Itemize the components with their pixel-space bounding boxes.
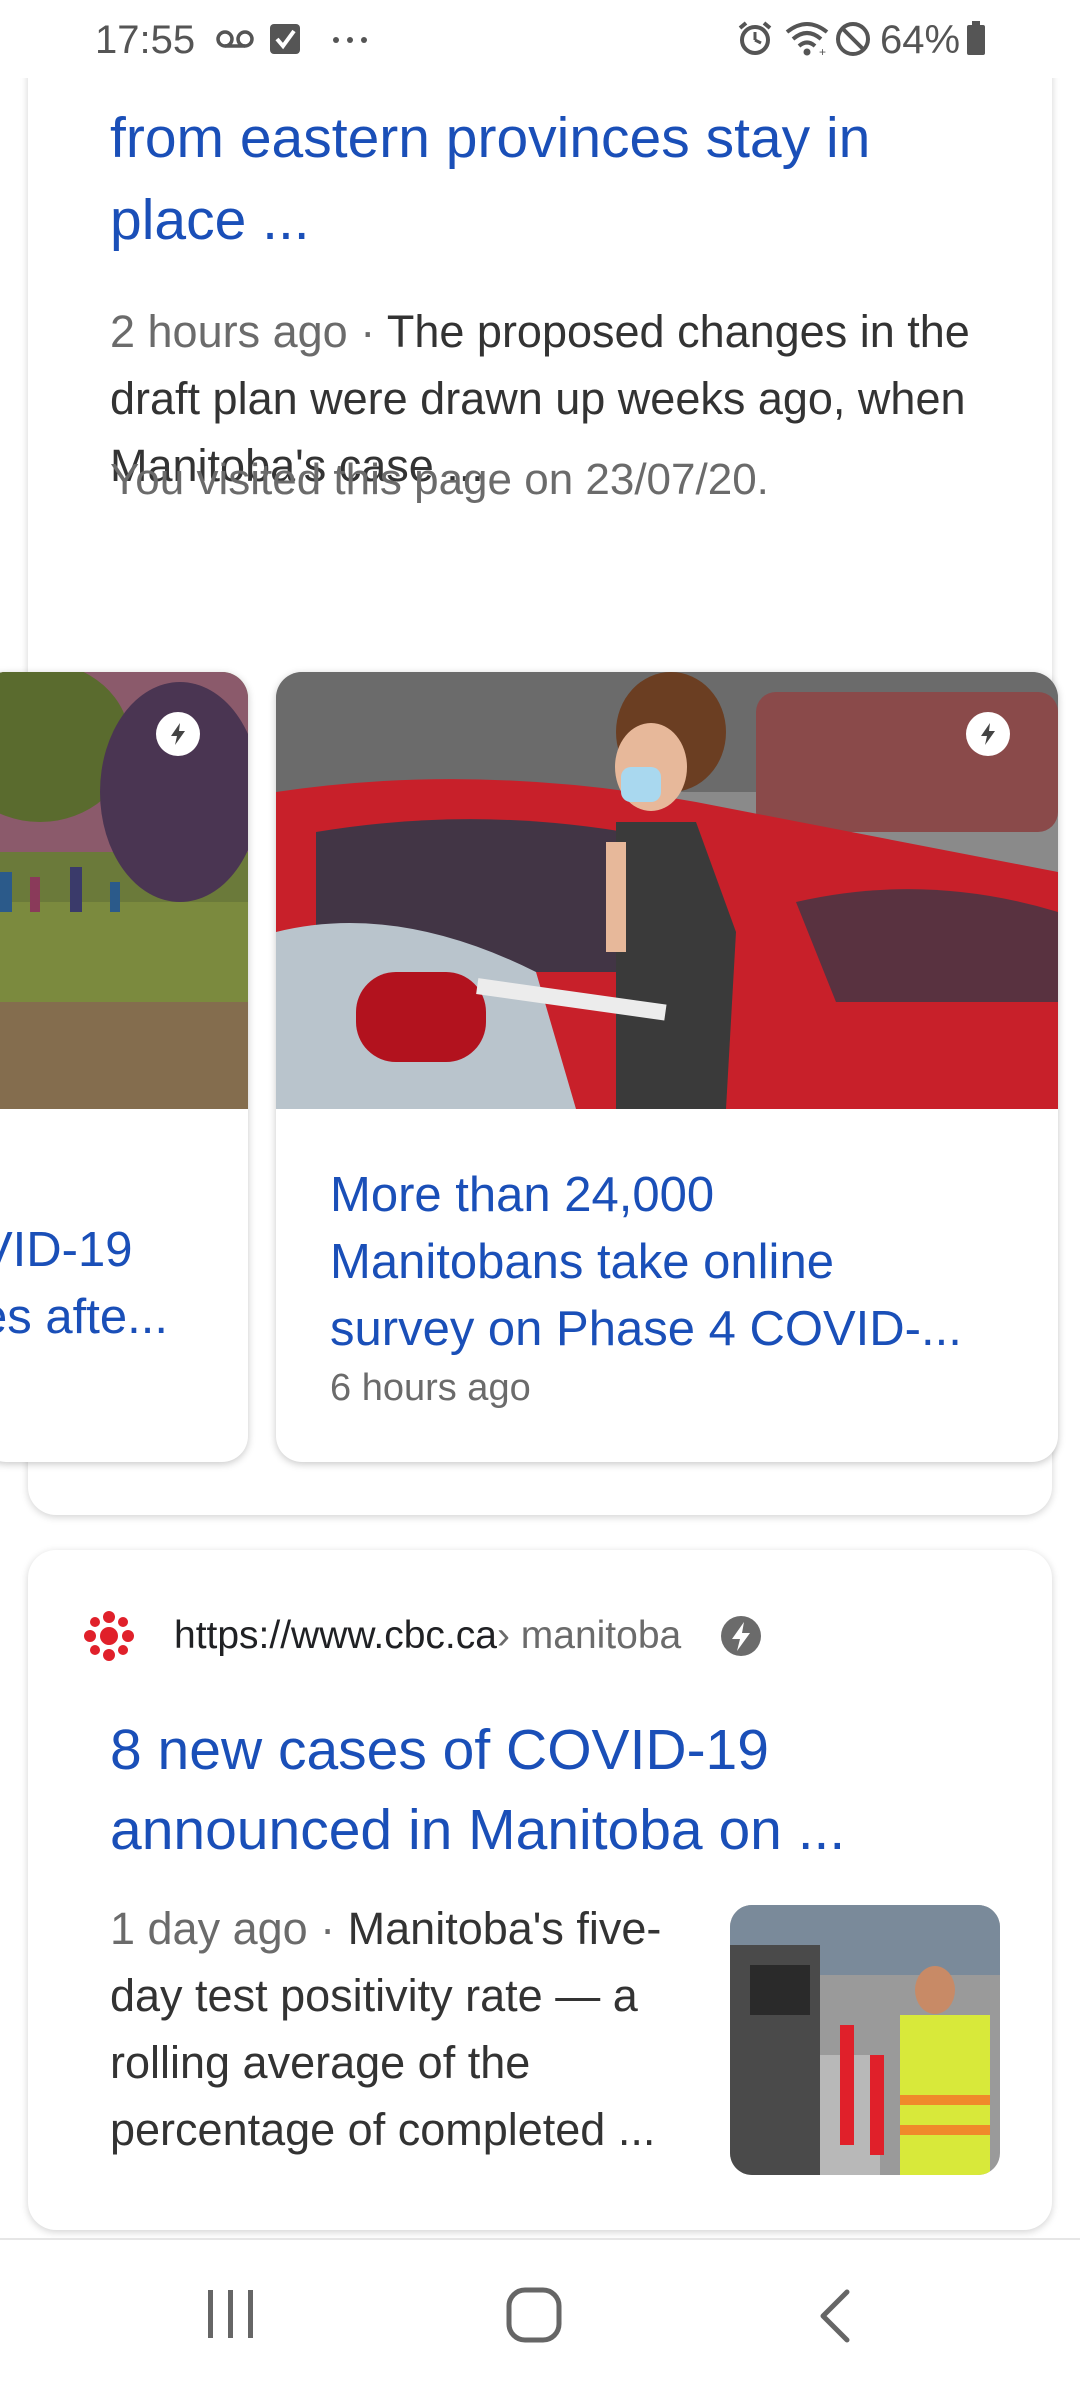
do-not-disturb-icon <box>836 22 870 56</box>
partial-card-title[interactable]: VID-19 es afte... <box>0 1217 168 1351</box>
cbc-result-card[interactable]: https://www.cbc.ca › manitoba 8 new case… <box>28 1550 1052 2230</box>
cbc-snippet-line-3: rolling average of the <box>110 2037 531 2088</box>
top-result-title-line-3[interactable]: place ... <box>110 180 310 261</box>
checkbox-icon <box>270 24 300 54</box>
carousel-main-title[interactable]: More than 24,000 Manitobans take online … <box>330 1162 1030 1363</box>
home-icon[interactable] <box>505 2286 565 2346</box>
back-icon[interactable] <box>815 2286 855 2346</box>
carousel-image-park <box>0 672 248 1109</box>
more-notifications-icon <box>333 37 367 43</box>
snippet-line-1: The proposed changes in the <box>386 306 970 357</box>
svg-text:+: + <box>819 45 826 58</box>
status-bar: 17:55 + 64% <box>0 0 1080 78</box>
site-row[interactable]: https://www.cbc.ca › manitoba <box>82 1606 763 1666</box>
carousel-title-line-2[interactable]: Manitobans take online <box>330 1229 1030 1296</box>
cbc-snippet-line-2: day test positivity rate — a <box>110 1970 638 2021</box>
carousel-card-main[interactable]: More than 24,000 Manitobans take online … <box>276 672 1058 1462</box>
battery-icon <box>967 21 985 55</box>
amp-lightning-icon <box>721 1616 762 1656</box>
cbc-age: 1 day ago <box>110 1903 308 1954</box>
carousel-card-partial[interactable]: VID-19 es afte... <box>0 672 248 1462</box>
cbc-snippet-line-1: Manitoba's five- <box>347 1903 662 1954</box>
recent-apps-icon[interactable] <box>206 2286 256 2342</box>
alarm-icon <box>738 21 772 55</box>
cbc-snippet-line-4: percentage of completed ... <box>110 2104 656 2155</box>
carousel-title-line-1[interactable]: More than 24,000 <box>330 1162 1030 1229</box>
top-result-age: 2 hours ago <box>110 306 348 357</box>
snippet-line-2: draft plan were drawn up weeks ago, when <box>110 373 966 424</box>
wifi-icon: + <box>785 22 829 58</box>
voicemail-icon <box>216 30 254 48</box>
cbc-title-line-1[interactable]: 8 new cases of COVID-19 <box>110 1710 769 1791</box>
partial-card-title-line-1[interactable]: VID-19 <box>0 1217 168 1284</box>
partial-card-title-line-2[interactable]: es afte... <box>0 1284 168 1351</box>
site-path[interactable]: › manitoba <box>497 1614 681 1658</box>
cbc-snippet: 1 day ago · Manitoba's five- day test po… <box>110 1895 730 2163</box>
carousel-main-time: 6 hours ago <box>330 1367 531 1409</box>
status-time: 17:55 <box>95 18 196 62</box>
battery-percent: 64% <box>880 18 961 62</box>
carousel-image-testing <box>276 672 1058 1109</box>
cbc-title-line-2[interactable]: announced in Manitoba on ... <box>110 1790 845 1871</box>
carousel-title-line-3[interactable]: survey on Phase 4 COVID-... <box>330 1296 1030 1363</box>
visited-note: You visited this page on 23/07/20. <box>110 455 769 504</box>
amp-lightning-icon <box>966 712 1010 756</box>
site-url[interactable]: https://www.cbc.ca <box>174 1614 497 1658</box>
top-result-title-line-2[interactable]: from eastern provinces stay in <box>110 98 870 179</box>
cbc-thumbnail-image[interactable] <box>730 1905 1000 2175</box>
navigation-bar <box>0 2238 1080 2400</box>
screen: 17:55 + 64% from eastern provinces stay … <box>0 0 1080 2400</box>
cbc-logo-icon <box>84 1611 134 1661</box>
amp-lightning-icon <box>156 712 200 756</box>
